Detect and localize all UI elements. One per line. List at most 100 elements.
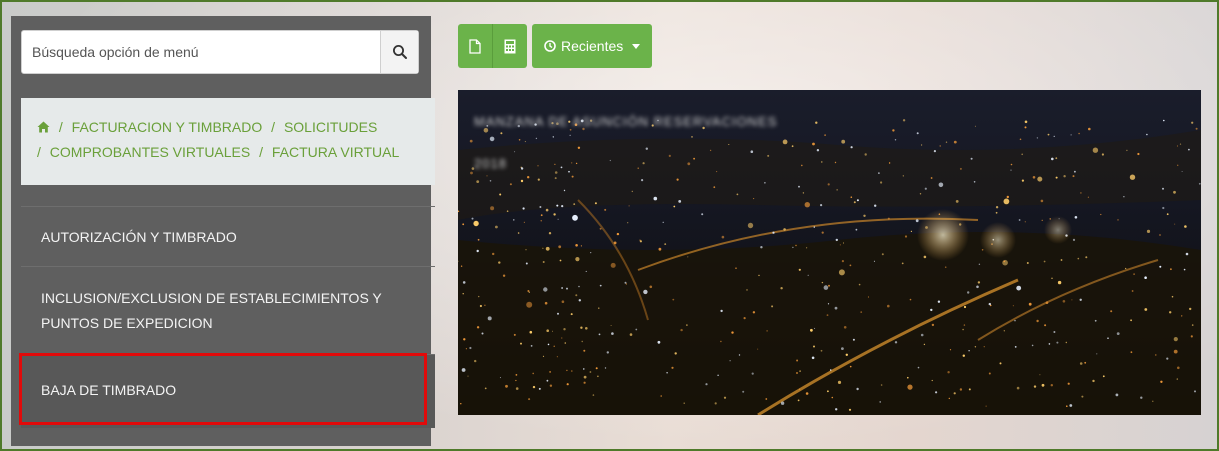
city-light <box>498 261 501 264</box>
city-light <box>524 141 526 143</box>
city-light <box>968 388 971 391</box>
city-light <box>1063 175 1066 178</box>
city-light <box>909 298 912 301</box>
city-light <box>545 246 550 251</box>
city-light <box>750 150 754 153</box>
city-light <box>693 157 695 160</box>
city-light <box>575 244 578 247</box>
city-light <box>887 217 890 220</box>
breadcrumb-separator: / <box>259 144 264 160</box>
city-light <box>604 367 607 369</box>
city-light <box>563 189 566 192</box>
city-light <box>968 350 970 352</box>
breadcrumb-solicitudes[interactable]: SOLICITUDES <box>284 119 377 135</box>
city-light <box>807 274 809 276</box>
city-light <box>742 390 745 393</box>
city-light <box>532 385 536 389</box>
recientes-dropdown-button[interactable]: Recientes <box>532 24 653 68</box>
city-light <box>1087 196 1089 198</box>
city-light <box>462 293 464 295</box>
menu-item-inclusion-exclusion[interactable]: INCLUSION/EXCLUSION DE ESTABLECIMIENTOS … <box>21 266 435 352</box>
menu-item-autorizacion[interactable]: AUTORIZACIÓN Y TIMBRADO <box>21 206 435 266</box>
city-light <box>518 139 521 141</box>
city-light <box>959 167 962 170</box>
city-light <box>829 369 832 371</box>
city-light <box>1159 234 1161 236</box>
city-light <box>1036 137 1039 139</box>
city-light <box>543 287 548 292</box>
city-light <box>1162 206 1165 210</box>
city-light <box>595 367 598 370</box>
city-light <box>1084 361 1087 364</box>
city-light <box>540 214 543 217</box>
city-light <box>513 333 516 336</box>
city-light <box>631 190 633 193</box>
city-light <box>701 213 704 216</box>
city-light <box>716 171 718 173</box>
app-frame: / FACTURACION Y TIMBRADO / SOLICITUDES /… <box>0 0 1219 451</box>
city-light <box>904 235 908 238</box>
city-light <box>1080 192 1082 194</box>
city-light <box>643 289 648 295</box>
search-button[interactable] <box>380 31 418 73</box>
menu-item-label: AUTORIZACIÓN Y TIMBRADO <box>41 229 237 245</box>
breadcrumb-factura-virtual[interactable]: FACTURA VIRTUAL <box>272 144 399 160</box>
city-light <box>1126 149 1128 152</box>
calculator-icon <box>504 39 516 53</box>
city-light <box>849 264 852 267</box>
city-light <box>820 204 823 207</box>
city-light <box>546 329 549 332</box>
breadcrumb-comprobantes[interactable]: COMPROBANTES VIRTUALES <box>50 144 250 160</box>
city-light <box>561 205 564 208</box>
city-light <box>492 252 495 256</box>
city-light <box>590 252 592 254</box>
city-light <box>594 202 597 205</box>
city-light <box>686 324 688 326</box>
city-light <box>1110 310 1113 313</box>
city-light <box>902 119 906 122</box>
search-input[interactable] <box>22 31 382 73</box>
city-light <box>888 162 891 164</box>
city-light <box>831 396 834 399</box>
city-light <box>528 291 530 293</box>
city-light <box>1060 259 1063 261</box>
city-light <box>463 338 466 341</box>
city-light <box>931 323 935 327</box>
city-light <box>955 200 959 203</box>
city-light <box>853 201 856 204</box>
city-light <box>569 134 571 136</box>
city-light <box>923 343 926 346</box>
city-light <box>815 121 818 124</box>
city-light <box>461 368 466 372</box>
search-box <box>21 30 419 74</box>
city-light <box>548 232 552 235</box>
city-light <box>672 298 675 301</box>
city-light <box>931 379 933 382</box>
menu-item-baja-timbrado[interactable]: BAJA DE TIMBRADO <box>21 354 435 428</box>
city-light <box>919 193 922 195</box>
city-light <box>1074 216 1078 219</box>
calculator-button[interactable] <box>492 24 527 68</box>
city-light <box>720 309 723 313</box>
city-light <box>717 374 719 376</box>
breadcrumb-facturacion[interactable]: FACTURACION Y TIMBRADO <box>72 119 263 135</box>
city-light <box>470 171 473 175</box>
city-light <box>735 267 737 269</box>
city-light <box>500 132 503 135</box>
banner-caption-year: 2018 <box>474 156 507 171</box>
city-light <box>1088 127 1091 131</box>
banner-caption: MANZANA DE ASUNCIÓN RESERVACIONES <box>474 114 778 129</box>
city-light <box>850 146 853 149</box>
city-light <box>835 408 838 411</box>
recientes-label: Recientes <box>561 38 624 54</box>
city-light <box>597 375 599 378</box>
city-light <box>639 239 641 241</box>
city-light <box>799 388 801 390</box>
city-light <box>1123 196 1125 198</box>
city-light <box>583 349 586 352</box>
city-light <box>566 369 568 372</box>
city-light <box>792 246 794 249</box>
city-light <box>645 147 648 150</box>
new-document-button[interactable] <box>458 24 492 68</box>
home-icon[interactable] <box>37 121 50 133</box>
